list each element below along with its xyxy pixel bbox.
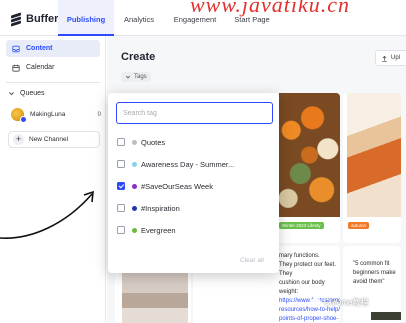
logo-text: Buffer: [26, 13, 59, 25]
sidebar-item-content[interactable]: Content: [6, 40, 100, 57]
card-text: mary functions. They protect our feet. T…: [279, 252, 340, 323]
tag-option-label: Quotes: [141, 137, 166, 147]
tag-option-label: #Inspiration: [141, 203, 180, 213]
channel-name: MakingLuna: [30, 111, 66, 118]
tag-checkbox[interactable]: [117, 160, 125, 168]
new-channel-button[interactable]: + New Channel: [8, 131, 100, 148]
tag-color-dot: [132, 183, 137, 189]
tag-option-evergreen[interactable]: Evergreen: [117, 223, 277, 237]
tag-option-label: Awareness Day - Summer...: [141, 159, 235, 169]
tag-option-inspiration[interactable]: #Inspiration: [117, 201, 277, 215]
annotation-arrow: [0, 190, 94, 239]
chevron-down-icon: [125, 75, 131, 79]
card-text-line: "5 common fit: [353, 261, 390, 267]
card-image-edge: [371, 312, 401, 320]
upload-button[interactable]: Upl: [375, 50, 406, 66]
app-window: www.javatiku.cn Buffer Publishing Analyt…: [0, 0, 406, 323]
tag-checkbox[interactable]: [117, 226, 125, 234]
plus-icon: +: [13, 134, 24, 145]
upload-label: Upl: [391, 55, 401, 61]
clear-all-button[interactable]: Clear all: [240, 257, 264, 264]
tag-color-dot: [132, 139, 137, 145]
tag-checkbox[interactable]: [117, 204, 125, 212]
card-image: [347, 93, 401, 217]
sidebar-item-label: Content: [26, 45, 53, 52]
tag-chip: Winter 2023 Lifesty: [279, 222, 324, 229]
channel-item[interactable]: MakingLuna 0: [11, 108, 101, 123]
channel-queue-count: 0: [97, 111, 101, 118]
tag-dropdown: Search tag Quotes Awareness Day - Summer…: [108, 93, 279, 273]
inbox-icon: [12, 45, 20, 52]
sidebar-item-label: Calendar: [26, 64, 55, 71]
tags-label: Tags: [134, 74, 147, 80]
overlay-badge-text: Chrome教程: [324, 298, 369, 307]
tab-publishing[interactable]: Publishing: [58, 0, 114, 36]
upload-icon: [382, 55, 387, 62]
card-text: "5 common fit beginners make avoid them": [353, 260, 401, 287]
tag-chip: autumn: [348, 222, 370, 229]
calendar-icon: [12, 64, 20, 72]
queues-label: Queues: [20, 90, 45, 97]
sidebar-divider: [6, 82, 100, 83]
tab-analytics[interactable]: Analytics: [114, 0, 164, 36]
tag-color-dot: [132, 227, 137, 233]
tag-option-label: #SaveOurSeas Week: [141, 181, 213, 191]
card-text-line: cushion our body weight:: [279, 280, 325, 295]
content-card[interactable]: autumn: [343, 93, 401, 243]
queues-toggle[interactable]: Queues: [8, 90, 45, 97]
tag-color-dot: [132, 161, 137, 167]
card-text-line: avoid them": [353, 279, 385, 285]
card-link[interactable]: points-of-proper-shoe-fit: [279, 315, 340, 323]
card-text-line: beginners make: [353, 270, 396, 276]
tag-option-saveourseas[interactable]: #SaveOurSeas Week: [117, 179, 277, 193]
card-image: [279, 93, 340, 217]
tag-checkbox[interactable]: [117, 138, 125, 146]
search-tag-input[interactable]: Search tag: [116, 102, 273, 124]
chat-bubble-icon: [310, 298, 321, 307]
chevron-down-icon: [9, 92, 14, 96]
avatar: [11, 108, 27, 123]
card-text-line: They protect our feet. They: [279, 262, 337, 277]
tag-option-quotes[interactable]: Quotes: [117, 135, 277, 149]
overlay-badge: Chrome教程: [310, 297, 368, 308]
new-channel-label: New Channel: [29, 136, 69, 143]
sidebar-item-calendar[interactable]: Calendar: [6, 59, 100, 76]
buffer-logo[interactable]: Buffer: [10, 12, 59, 27]
tag-option-label: Evergreen: [141, 225, 176, 235]
watermark-text: www.javatiku.cn: [190, 0, 351, 17]
card-image: [122, 273, 188, 323]
network-badge-icon: [20, 116, 27, 123]
tag-option-awareness-day[interactable]: Awareness Day - Summer...: [117, 157, 277, 171]
tag-color-dot: [132, 205, 137, 211]
card-text-line: mary functions.: [279, 253, 320, 259]
tag-checkbox-checked[interactable]: [117, 182, 125, 190]
buffer-logo-icon: [10, 12, 22, 27]
page-title: Create: [121, 51, 156, 63]
tags-filter-button[interactable]: Tags: [121, 72, 151, 82]
